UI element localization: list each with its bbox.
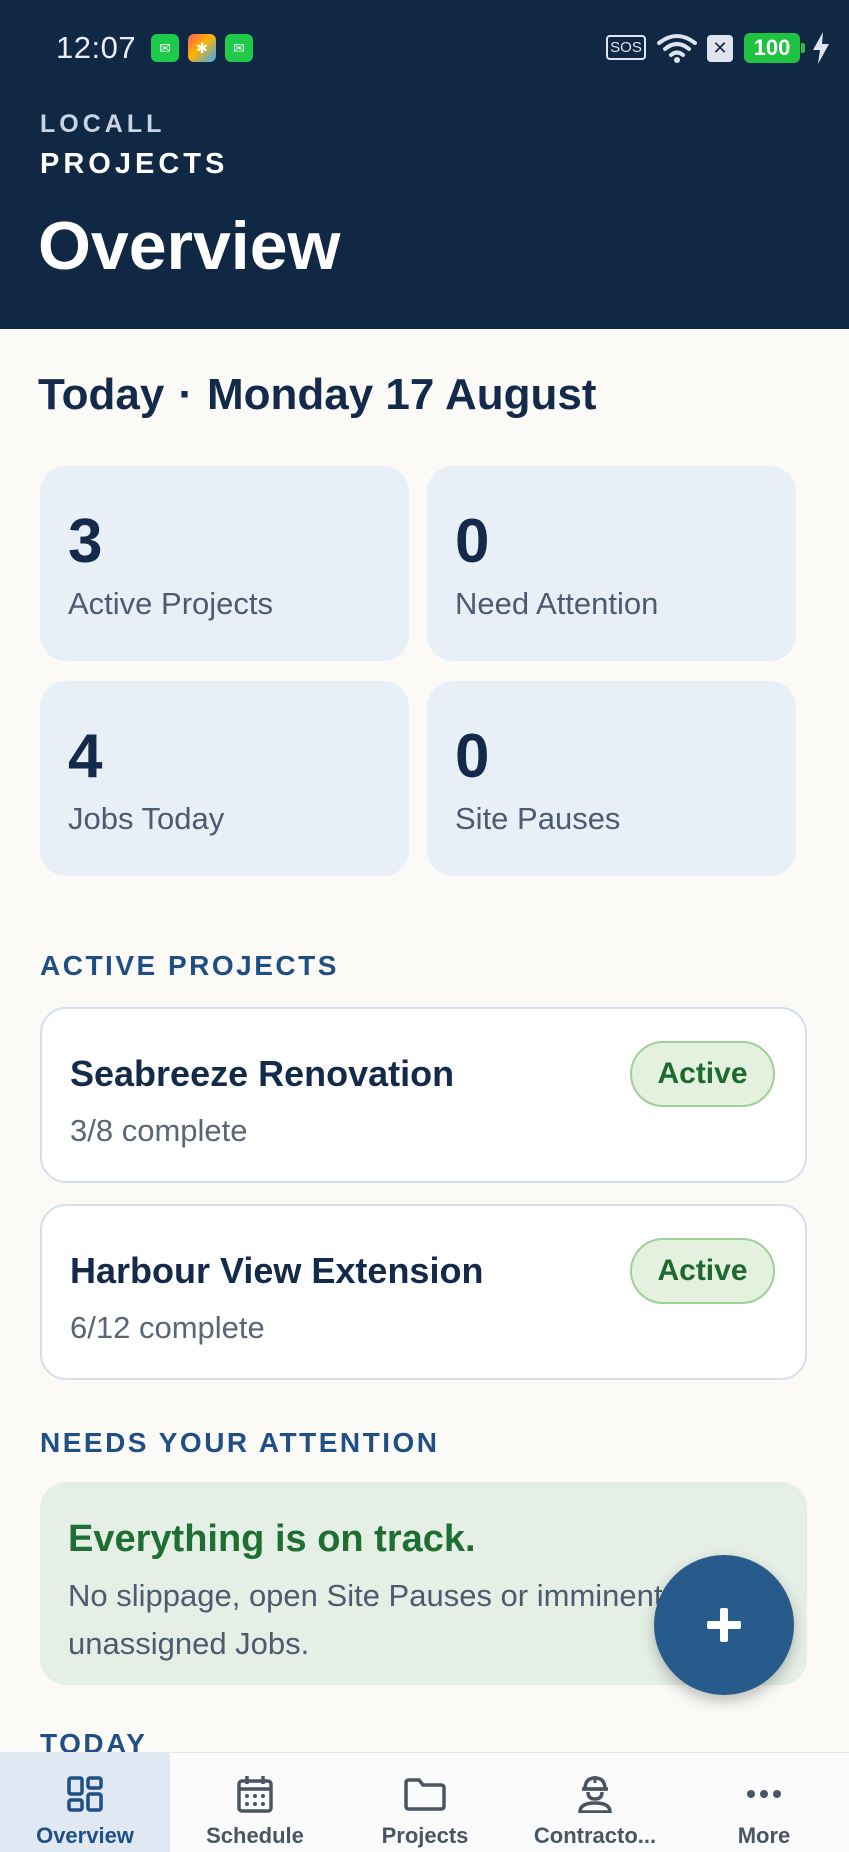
- project-name: Seabreeze Renovation: [70, 1053, 455, 1094]
- wifi-icon: [657, 34, 697, 63]
- nav-label: Contracto...: [533, 1823, 657, 1848]
- status-bar: 12:07 ✉ ✱ ✉ SOS ✕ 100: [0, 0, 849, 100]
- attention-title: Everything is on track.: [68, 1518, 476, 1560]
- date-text: Monday 17 August: [206, 370, 597, 419]
- stat-card-site-pauses[interactable]: 0 Site Pauses: [427, 681, 796, 876]
- today-label: Today: [38, 370, 165, 419]
- system-icons: SOS ✕ 100: [589, 30, 849, 70]
- nav-item-contractors[interactable]: Contracto...: [510, 1753, 680, 1852]
- notification-icons: ✉ ✱ ✉: [151, 34, 253, 62]
- project-card[interactable]: Harbour View Extension 6/12 complete Act…: [40, 1204, 807, 1380]
- project-progress: 6/12 complete: [70, 1310, 265, 1345]
- close-box-icon: ✕: [707, 35, 733, 62]
- bottom-navigation: Overview Schedule Projects Contracto... …: [0, 1752, 849, 1852]
- nav-label: Projects: [381, 1823, 469, 1848]
- stat-label: Site Pauses: [455, 801, 621, 836]
- nav-item-more[interactable]: More: [679, 1753, 849, 1852]
- page-title: Overview: [38, 208, 341, 284]
- nav-label: Schedule: [206, 1823, 304, 1848]
- sos-icon: SOS: [606, 35, 646, 60]
- nav-item-projects[interactable]: Projects: [340, 1753, 510, 1852]
- add-button[interactable]: [654, 1555, 794, 1695]
- status-time: 12:07: [56, 30, 137, 65]
- brand-subtitle: PROJECTS: [40, 148, 229, 180]
- stat-card-jobs-today[interactable]: 4 Jobs Today: [40, 681, 409, 876]
- date-separator: ·: [178, 370, 193, 419]
- app-notification-icon: ✉: [151, 34, 179, 62]
- app-notification-icon: ✱: [188, 34, 216, 62]
- app-notification-icon: ✉: [225, 34, 253, 62]
- more-icon: [746, 1773, 782, 1815]
- date-heading: Today · Monday 17 August: [38, 370, 596, 420]
- stat-card-need-attention[interactable]: 0 Need Attention: [427, 466, 796, 661]
- project-card[interactable]: Seabreeze Renovation 3/8 complete Active: [40, 1007, 807, 1183]
- today-heading: TODAY: [40, 1728, 148, 1752]
- stat-value: 0: [455, 507, 490, 576]
- stat-label: Jobs Today: [68, 801, 225, 836]
- nav-item-overview[interactable]: Overview: [0, 1753, 170, 1852]
- status-badge: Active: [630, 1238, 775, 1304]
- stat-value: 0: [455, 722, 490, 791]
- project-progress: 3/8 complete: [70, 1113, 248, 1148]
- active-projects-heading: ACTIVE PROJECTS: [40, 950, 339, 981]
- project-name: Harbour View Extension: [70, 1250, 484, 1291]
- nav-label: More: [737, 1823, 791, 1848]
- stat-card-active-projects[interactable]: 3 Active Projects: [40, 466, 409, 661]
- stat-value: 3: [68, 507, 103, 576]
- attention-heading: NEEDS YOUR ATTENTION: [40, 1427, 440, 1458]
- folder-icon: [404, 1773, 446, 1815]
- nav-item-schedule[interactable]: Schedule: [170, 1753, 340, 1852]
- worker-icon: [577, 1773, 613, 1815]
- stat-label: Active Projects: [68, 586, 274, 621]
- plus-icon: [707, 1608, 741, 1642]
- calendar-icon: [237, 1773, 273, 1815]
- battery-icon: 100: [744, 33, 805, 63]
- stat-label: Need Attention: [455, 586, 659, 621]
- status-badge: Active: [630, 1041, 775, 1107]
- nav-label: Overview: [36, 1823, 134, 1848]
- brand-name: LOCALL: [40, 110, 166, 138]
- stat-value: 4: [68, 722, 103, 791]
- charging-icon: [813, 32, 829, 64]
- dashboard-icon: [67, 1773, 103, 1815]
- app-header: 12:07 ✉ ✱ ✉ SOS ✕ 100 LOCALL PROJECTS Ov…: [0, 0, 849, 329]
